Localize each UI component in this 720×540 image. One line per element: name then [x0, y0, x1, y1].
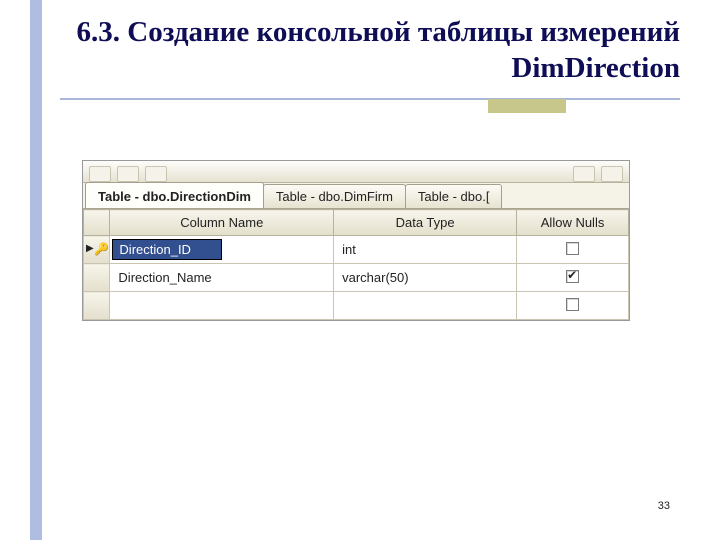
header-column-name[interactable]: Column Name [110, 210, 334, 236]
row-selector[interactable] [84, 292, 110, 320]
table-row[interactable]: Direction_Name varchar(50) [84, 264, 629, 292]
toolbar-button[interactable] [145, 166, 167, 182]
cell-data-type[interactable]: int [334, 236, 517, 264]
columns-grid: Column Name Data Type Allow Nulls ▶ 🔑 Di… [83, 209, 629, 320]
cell-data-type[interactable] [334, 292, 517, 320]
tab-label: Table - dbo.DimFirm [276, 189, 393, 204]
tab-label: Table - dbo.DirectionDim [98, 189, 251, 204]
slide-left-accent [30, 0, 42, 540]
toolbar-button[interactable] [117, 166, 139, 182]
cell-data-type-value: varchar(50) [334, 266, 516, 289]
row-current-indicator-icon: ▶ [86, 243, 94, 254]
cell-column-name-value: Direction_Name [110, 266, 333, 289]
cell-column-name[interactable]: Direction_ID [110, 236, 334, 264]
toolbar [83, 161, 629, 183]
toolbar-button[interactable] [89, 166, 111, 182]
cell-data-type[interactable]: varchar(50) [334, 264, 517, 292]
cell-allow-nulls[interactable] [517, 264, 629, 292]
tab-strip: Table - dbo.DirectionDim Table - dbo.Dim… [83, 183, 629, 209]
cell-data-type-value [334, 302, 516, 310]
cell-column-name-value: Direction_ID [112, 239, 222, 260]
tab-directiondim[interactable]: Table - dbo.DirectionDim [85, 182, 264, 208]
cell-allow-nulls[interactable] [517, 292, 629, 320]
slide-divider [60, 98, 680, 100]
cell-column-name-value [110, 302, 333, 310]
grid-corner [84, 210, 110, 236]
slide-accent-box [488, 99, 566, 113]
primary-key-icon: 🔑 [94, 242, 109, 256]
header-allow-nulls[interactable]: Allow Nulls [517, 210, 629, 236]
tab-other[interactable]: Table - dbo.[ [405, 184, 503, 208]
table-designer-window: Table - dbo.DirectionDim Table - dbo.Dim… [82, 160, 630, 321]
table-row[interactable]: ▶ 🔑 Direction_ID int [84, 236, 629, 264]
tab-dimfirm[interactable]: Table - dbo.DimFirm [263, 184, 406, 208]
page-number: 33 [658, 500, 670, 512]
toolbar-button[interactable] [573, 166, 595, 182]
cell-column-name[interactable]: Direction_Name [110, 264, 334, 292]
slide-title: 6.3. Создание консольной таблицы измерен… [60, 14, 680, 87]
allow-nulls-checkbox[interactable] [566, 270, 579, 283]
tab-label: Table - dbo.[ [418, 189, 490, 204]
cell-column-name[interactable] [110, 292, 334, 320]
table-row[interactable] [84, 292, 629, 320]
cell-data-type-value: int [334, 238, 516, 261]
header-data-type[interactable]: Data Type [334, 210, 517, 236]
allow-nulls-checkbox[interactable] [566, 298, 579, 311]
allow-nulls-checkbox[interactable] [566, 242, 579, 255]
toolbar-button[interactable] [601, 166, 623, 182]
row-selector[interactable] [84, 264, 110, 292]
row-selector[interactable]: ▶ 🔑 [84, 236, 110, 264]
cell-allow-nulls[interactable] [517, 236, 629, 264]
